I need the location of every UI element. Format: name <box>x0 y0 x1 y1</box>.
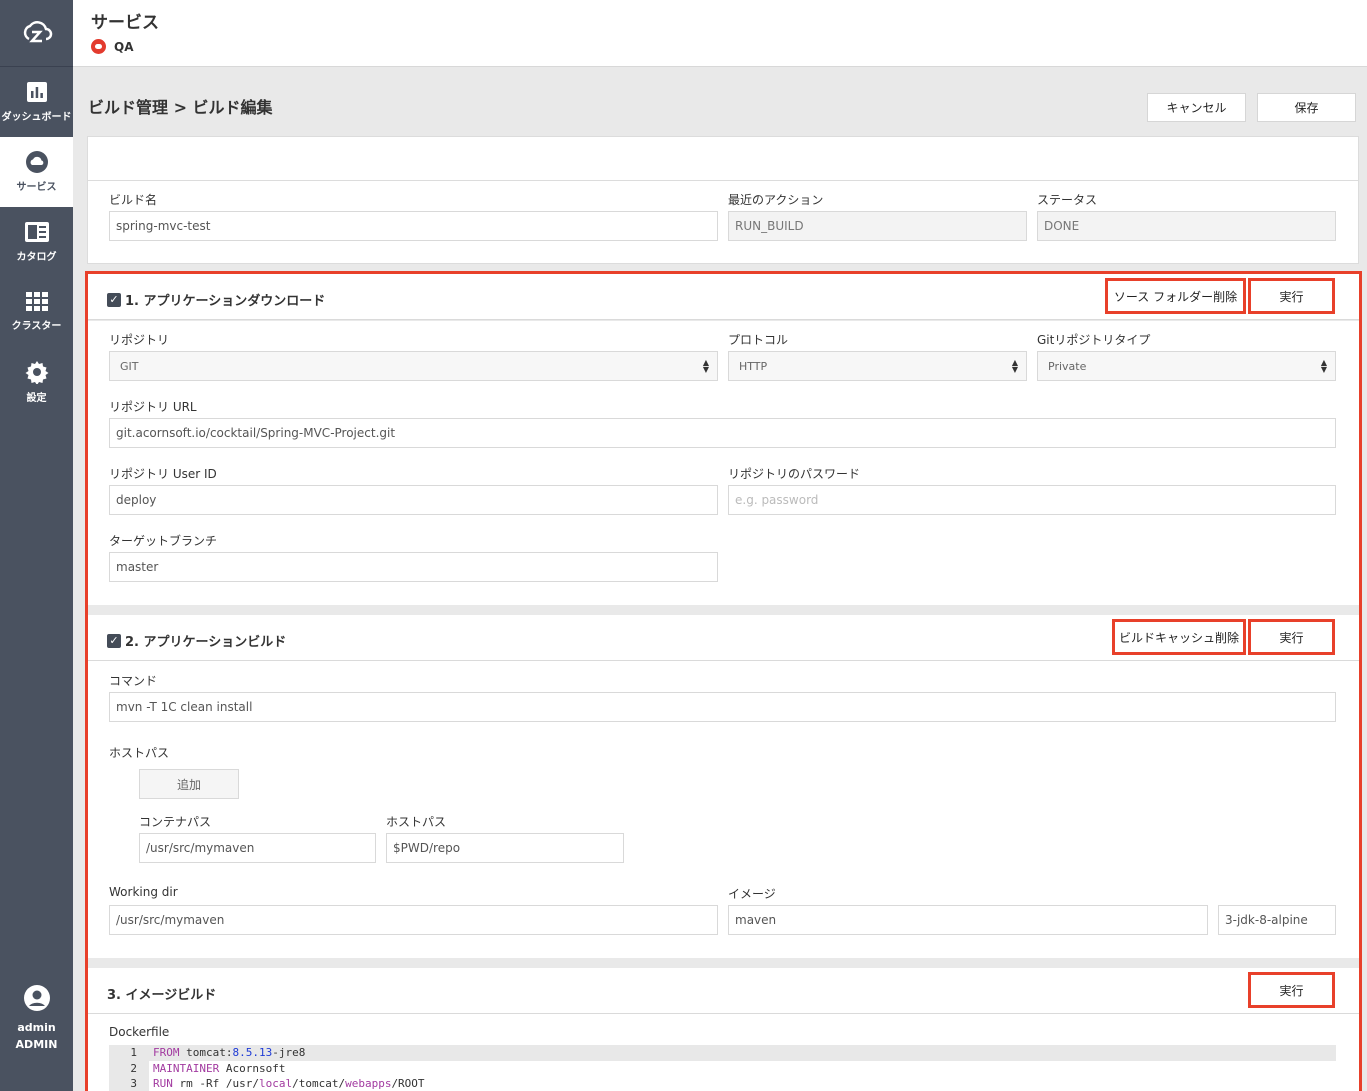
cloud-icon <box>25 151 48 173</box>
sidebar-item-label: サービス <box>16 182 57 193</box>
sidebar-item-label: ダッシュボード <box>1 112 72 123</box>
bar-chart-icon <box>26 82 47 102</box>
cancel-button[interactable]: キャンセル <box>1147 93 1246 122</box>
recent-action-label: 最近のアクション <box>728 193 824 207</box>
sidebar-item-cluster[interactable]: クラスター <box>0 277 73 347</box>
sidebar-item-label: クラスター <box>11 321 62 332</box>
sidebar: ダッシュボード サービス カタログ クラスター 設定 admin ADMIN <box>0 0 73 1091</box>
sidebar-item-label: 設定 <box>26 393 47 404</box>
build-name-label: ビルド名 <box>109 193 158 207</box>
service-cloud-icon <box>91 39 106 54</box>
sidebar-item-settings[interactable]: 設定 <box>0 347 73 417</box>
gear-icon <box>25 361 48 384</box>
sidebar-item-service[interactable]: サービス <box>0 137 73 207</box>
grid-icon <box>25 292 48 311</box>
highlight-frame <box>85 271 1362 1091</box>
topbar: サービス QA <box>73 0 1367 67</box>
recent-action-field: RUN_BUILD <box>728 211 1027 241</box>
service-name: QA <box>114 39 134 54</box>
header-title: サービス <box>91 13 159 33</box>
cocktail-logo-icon <box>23 21 52 43</box>
sidebar-item-label: カタログ <box>16 252 57 263</box>
catalog-icon <box>24 222 49 242</box>
logo[interactable] <box>0 0 73 67</box>
sidebar-item-dashboard[interactable]: ダッシュボード <box>0 67 73 137</box>
status-label: ステータス <box>1037 193 1098 207</box>
page-title: ビルド管理 > ビルド編集 <box>88 98 273 117</box>
user-name: admin <box>17 1021 56 1034</box>
save-button[interactable]: 保存 <box>1257 93 1356 122</box>
user-menu[interactable]: admin ADMIN <box>0 985 73 1051</box>
sidebar-item-catalog[interactable]: カタログ <box>0 207 73 277</box>
service-selector[interactable]: QA <box>91 39 134 54</box>
build-name-input[interactable]: spring-mvc-test <box>109 211 718 241</box>
avatar-icon <box>23 985 50 1011</box>
build-info-card <box>87 136 1359 264</box>
user-role: ADMIN <box>15 1038 58 1051</box>
status-field: DONE <box>1037 211 1336 241</box>
